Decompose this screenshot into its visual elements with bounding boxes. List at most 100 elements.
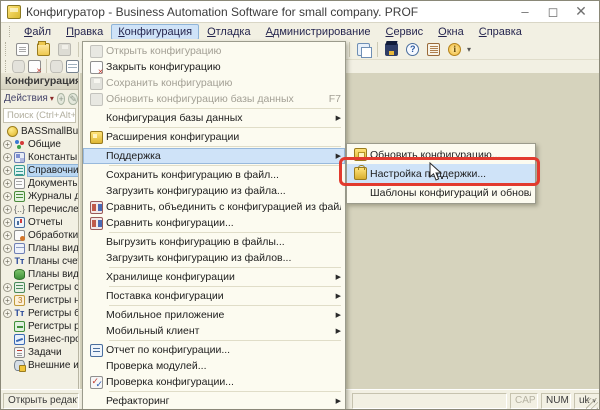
tree-item-journals[interactable]: +Журналы документов	[1, 190, 78, 203]
menu-edit[interactable]: Правка	[59, 24, 110, 40]
menu-item-close-configuration[interactable]: Закрыть конфигурацию	[83, 59, 345, 75]
menu-item-check-configuration[interactable]: Проверка конфигурации...	[83, 374, 345, 390]
menu-item-db-configuration[interactable]: Конфигурация базы данных▶	[83, 110, 345, 126]
menu-separator	[109, 305, 341, 306]
db-config-button[interactable]	[50, 60, 65, 74]
expand-icon[interactable]: +	[3, 231, 12, 240]
save-button[interactable]	[54, 40, 74, 58]
calc-types-icon	[14, 269, 25, 280]
menu-item-compare-configurations[interactable]: Сравнить конфигурации...	[83, 215, 345, 231]
toolbar-grip[interactable]	[5, 42, 8, 56]
help-contents-button[interactable]	[423, 41, 443, 59]
expand-icon[interactable]: +	[3, 257, 12, 266]
submenu-arrow-icon: ▶	[336, 114, 341, 122]
update-db-icon	[90, 93, 103, 106]
new-document-button[interactable]	[12, 40, 32, 58]
menu-debug[interactable]: Отладка	[200, 24, 258, 40]
minimize-button[interactable]: –	[511, 2, 539, 22]
toolbar-grip[interactable]	[5, 60, 7, 74]
table-button[interactable]	[65, 60, 80, 74]
copy-style-button[interactable]	[353, 41, 373, 59]
menu-item-mobile-client[interactable]: Мобильный клиент▶	[83, 323, 345, 339]
toolbar-overflow-arrow[interactable]: ▾	[467, 45, 471, 54]
toolbar-separator	[349, 42, 350, 57]
cursor-arrow-icon	[429, 162, 442, 181]
table-icon	[66, 60, 79, 73]
menu-item-configuration-delivery[interactable]: Поставка конфигурации▶	[83, 288, 345, 304]
tree-item-constants[interactable]: +Константы	[1, 151, 78, 164]
menu-item-support[interactable]: Поддержка▶	[83, 148, 345, 164]
resize-grip[interactable]	[586, 398, 598, 410]
menu-file[interactable]: Файл	[17, 24, 58, 40]
about-button[interactable]	[444, 41, 464, 59]
expand-icon[interactable]: +	[3, 205, 12, 214]
expand-icon[interactable]: +	[3, 192, 12, 201]
syntax-help-button[interactable]	[402, 41, 422, 59]
toolbar-grip[interactable]	[9, 26, 12, 37]
menu-item-dump-config-to-files[interactable]: Выгрузить конфигурацию в файлы...	[83, 234, 345, 250]
menu-item-update-db-configuration[interactable]: Обновить конфигурацию базы данныхF7	[83, 91, 345, 107]
menu-configuration[interactable]: Конфигурация	[111, 24, 199, 40]
expand-icon[interactable]: +	[3, 179, 12, 188]
menu-item-open-configuration[interactable]: Открыть конфигурацию	[83, 43, 345, 59]
menu-item-save-config-to-file[interactable]: Сохранить конфигурацию в файл...	[83, 167, 345, 183]
tree-item-tasks[interactable]: Задачи	[1, 346, 78, 359]
expand-icon[interactable]: +	[3, 140, 12, 149]
tree-item-business-processes[interactable]: Бизнес-процессы	[1, 333, 78, 346]
menu-item-refactoring[interactable]: Рефакторинг▶	[83, 393, 345, 409]
characteristic-types-icon	[14, 243, 25, 254]
configuration-toolbar	[1, 59, 81, 74]
menu-administration[interactable]: Администрирование	[259, 24, 378, 40]
tree-item-calc-types[interactable]: Планы видов расчета	[1, 268, 78, 281]
menu-help[interactable]: Справка	[472, 24, 529, 40]
configuration-tree: BASSmallBusiness +Общие +Константы +Спра…	[1, 125, 78, 372]
close-config-button[interactable]	[27, 60, 42, 74]
panel-title: Конфигурация	[1, 73, 78, 90]
expand-icon[interactable]: +	[3, 244, 12, 253]
open-config-button[interactable]	[11, 60, 26, 74]
menu-item-mobile-application[interactable]: Мобильное приложение▶	[83, 307, 345, 323]
menu-item-restore-config-from-files[interactable]: Загрузить конфигурацию из файлов...	[83, 250, 345, 266]
menu-item-save-configuration[interactable]: Сохранить конфигурацию	[83, 75, 345, 91]
tree-item-root[interactable]: BASSmallBusiness	[1, 125, 78, 138]
expand-icon[interactable]: +	[3, 218, 12, 227]
submenu-arrow-icon: ▶	[336, 397, 341, 405]
menu-service[interactable]: Сервис	[378, 24, 430, 40]
tree-item-dataprocessors[interactable]: +Обработки	[1, 229, 78, 242]
tree-item-documents[interactable]: +Документы	[1, 177, 78, 190]
tree-item-enums[interactable]: +{..}Перечисления	[1, 203, 78, 216]
menu-item-configuration-report[interactable]: Отчет по конфигурации...	[83, 342, 345, 358]
tree-item-external-sources[interactable]: Внешние источники данных	[1, 359, 78, 372]
expand-icon[interactable]: +	[3, 166, 12, 175]
actions-row: Действия ▾ + ✎	[1, 90, 78, 107]
maximize-button[interactable]: ◻	[539, 2, 567, 22]
tree-item-catalogs[interactable]: +Справочники	[1, 164, 78, 177]
menu-windows[interactable]: Окна	[431, 24, 471, 40]
expand-icon[interactable]: +	[3, 283, 12, 292]
tree-item-accum-registers[interactable]: +Регистры накопления	[1, 294, 78, 307]
open-configuration-icon	[90, 45, 103, 58]
tree-item-reports[interactable]: +Отчеты	[1, 216, 78, 229]
open-button[interactable]	[33, 40, 53, 58]
tree-item-accounting-registers[interactable]: +ТтРегистры бухгалтерии	[1, 307, 78, 320]
actions-button[interactable]: Действия	[4, 93, 48, 104]
close-button[interactable]: ✕	[567, 2, 595, 22]
tree-item-chart-char-types[interactable]: +Планы видов характеристик	[1, 242, 78, 255]
search-input[interactable]: Поиск (Ctrl+Alt+M)	[3, 108, 76, 123]
menu-item-configuration-repository[interactable]: Хранилище конфигурации▶	[83, 269, 345, 285]
tree-item-chart-of-accounts[interactable]: +ТтПланы счетов	[1, 255, 78, 268]
menu-item-load-config-from-file[interactable]: Загрузить конфигурацию из файла...	[83, 183, 345, 199]
tree-item-calc-registers[interactable]: Регистры расчета	[1, 320, 78, 333]
menu-item-compare-merge[interactable]: Сравнить, объединить с конфигурацией из …	[83, 199, 345, 215]
save-icon	[58, 43, 71, 56]
tree-item-info-registers[interactable]: +Регистры сведений	[1, 281, 78, 294]
menu-item-configuration-extensions[interactable]: Расширения конфигурации	[83, 129, 345, 145]
add-button[interactable]: +	[57, 93, 66, 105]
expand-icon[interactable]: +	[3, 153, 12, 162]
expand-icon[interactable]: +	[3, 296, 12, 305]
tree-item-common[interactable]: +Общие	[1, 138, 78, 151]
edit-button[interactable]: ✎	[68, 93, 78, 105]
expand-icon[interactable]: +	[3, 309, 12, 318]
syntax-check-button[interactable]	[381, 41, 401, 59]
menu-item-check-modules[interactable]: Проверка модулей...	[83, 358, 345, 374]
